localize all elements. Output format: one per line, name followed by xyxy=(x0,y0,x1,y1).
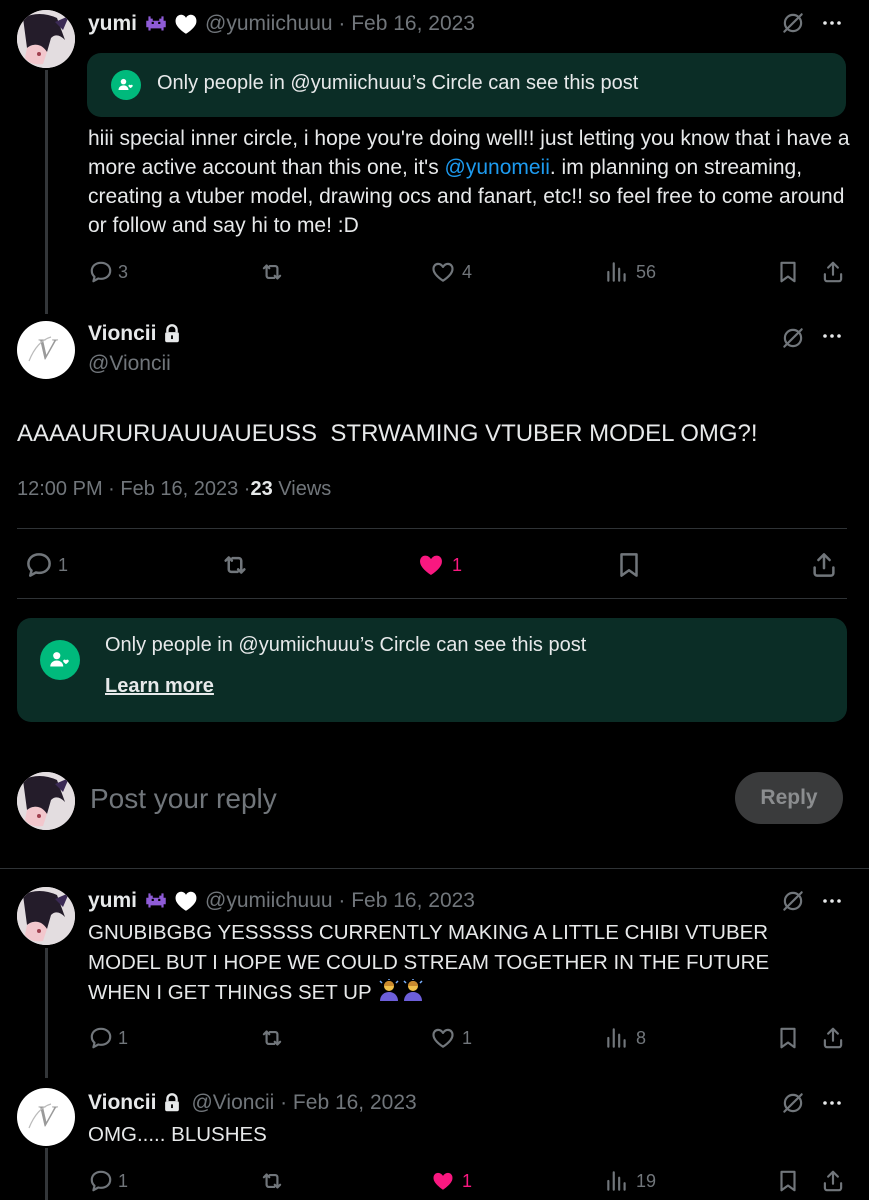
tweet-text: hiii special inner circle, i hope you're… xyxy=(88,127,850,237)
circle-icon xyxy=(111,70,141,100)
handle-date[interactable]: @yumiichuuu · Feb 16, 2023 xyxy=(205,889,475,913)
bookmark-button[interactable] xyxy=(775,1168,801,1194)
alien-emoji-icon xyxy=(143,888,169,914)
learn-more-link[interactable]: Learn more xyxy=(105,675,214,698)
bookmark-button[interactable] xyxy=(614,550,644,580)
reply-button[interactable]: 1 xyxy=(88,1025,128,1051)
thread-line xyxy=(45,1148,48,1200)
repost-button[interactable] xyxy=(259,259,285,285)
tweet-text: GNUBIBGBG YESSSSS CURRENTLY MAKING A LIT… xyxy=(88,921,770,1004)
alien-emoji-icon xyxy=(143,11,169,37)
grok-icon[interactable] xyxy=(780,888,806,914)
more-icon[interactable] xyxy=(820,11,844,35)
grok-icon[interactable] xyxy=(780,325,806,351)
circle-text: Only people in @yumiichuuu’s Circle can … xyxy=(105,634,587,656)
reply-button[interactable]: 1 xyxy=(24,550,68,580)
main-tweet-text: AAAAURURUAUUAUEUSS STRWAMING VTUBER MODE… xyxy=(17,420,758,447)
avatar[interactable] xyxy=(17,10,75,68)
tweet-text: OMG..... BLUSHES xyxy=(88,1123,267,1146)
avatar[interactable]: V xyxy=(17,1088,75,1146)
reply-submit-button[interactable]: Reply xyxy=(735,772,843,824)
mention-link[interactable]: @yunomeii xyxy=(445,156,550,179)
like-button[interactable]: 1 xyxy=(416,550,462,580)
circle-banner: Only people in @yumiichuuu’s Circle can … xyxy=(87,53,846,117)
divider xyxy=(0,868,869,869)
author-name[interactable]: yumi xyxy=(88,889,137,913)
avatar xyxy=(17,772,75,830)
handle-date[interactable]: @Vioncii · Feb 16, 2023 xyxy=(191,1091,416,1115)
view-count: 23 xyxy=(250,478,273,500)
divider xyxy=(17,598,847,599)
circle-text: Only people in @yumiichuuu’s Circle can … xyxy=(157,72,639,94)
repost-button[interactable] xyxy=(259,1025,285,1051)
reply-button[interactable]: 3 xyxy=(88,259,128,285)
views-button[interactable]: 8 xyxy=(604,1025,646,1051)
bowing-emoji-icon xyxy=(401,979,425,1003)
bookmark-button[interactable] xyxy=(775,259,801,285)
reply-button[interactable]: 1 xyxy=(88,1168,128,1194)
share-button[interactable] xyxy=(820,1168,846,1194)
author-line: yumi @yumiichuuu · Feb 16, 2023 xyxy=(88,887,475,915)
repost-button[interactable] xyxy=(259,1168,285,1194)
avatar[interactable]: V xyxy=(17,321,75,379)
share-button[interactable] xyxy=(809,550,839,580)
like-button[interactable]: 1 xyxy=(430,1025,472,1051)
white-heart-icon xyxy=(173,11,199,37)
handle-date[interactable]: @yumiichuuu · Feb 16, 2023 xyxy=(205,12,475,36)
thread-line xyxy=(45,948,48,1078)
author-name[interactable]: Vioncii xyxy=(88,322,156,346)
circle-banner: Only people in @yumiichuuu’s Circle can … xyxy=(17,618,847,722)
author-name[interactable]: Vioncii xyxy=(88,1091,156,1115)
circle-icon xyxy=(40,640,80,680)
timestamp: 12:00 PM · Feb 16, 2023 · 23 Views xyxy=(17,478,332,500)
grok-icon[interactable] xyxy=(780,10,806,36)
like-button[interactable]: 1 xyxy=(430,1168,472,1194)
lock-icon xyxy=(161,323,183,345)
author-line: Vioncii @Vioncii · Feb 16, 2023 xyxy=(88,1089,417,1117)
author-line: Vioncii xyxy=(88,322,183,346)
share-button[interactable] xyxy=(820,1025,846,1051)
author-handle[interactable]: @Vioncii xyxy=(88,352,171,376)
thread-line xyxy=(45,70,48,314)
grok-icon[interactable] xyxy=(780,1090,806,1116)
bowing-emoji-icon xyxy=(377,979,401,1003)
repost-button[interactable] xyxy=(220,550,250,580)
more-icon[interactable] xyxy=(820,1091,844,1115)
divider xyxy=(17,528,847,529)
avatar[interactable] xyxy=(17,887,75,945)
white-heart-icon xyxy=(173,888,199,914)
views-button[interactable]: 19 xyxy=(604,1168,656,1194)
author-name[interactable]: yumi xyxy=(88,12,137,36)
like-button[interactable]: 4 xyxy=(430,259,472,285)
more-icon[interactable] xyxy=(820,324,844,348)
reply-input[interactable]: Post your reply xyxy=(90,783,690,815)
author-line: yumi @yumiichuuu · Feb 16, 2023 xyxy=(88,10,475,38)
views-button[interactable]: 56 xyxy=(604,259,656,285)
more-icon[interactable] xyxy=(820,889,844,913)
bookmark-button[interactable] xyxy=(775,1025,801,1051)
lock-icon xyxy=(161,1092,183,1114)
share-button[interactable] xyxy=(820,259,846,285)
